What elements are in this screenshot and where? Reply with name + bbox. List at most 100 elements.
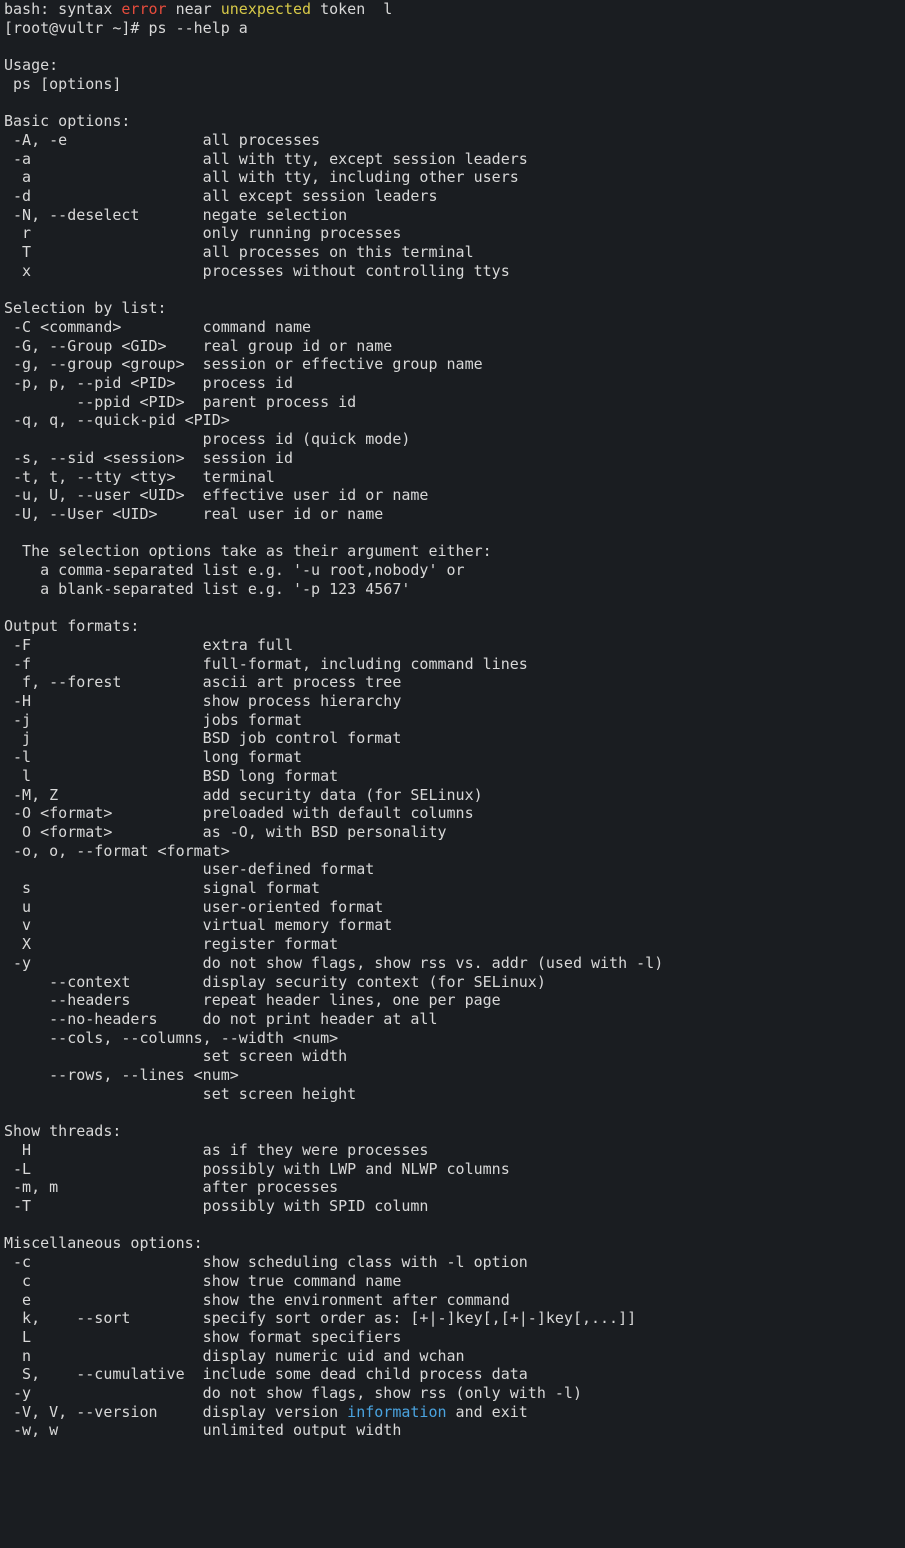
- terminal-segment: X register format: [4, 935, 338, 953]
- terminal-line: -u, U, --user <UID> effective user id or…: [4, 486, 901, 505]
- terminal-segment: O <format> as -O, with BSD personality: [4, 823, 447, 841]
- terminal-segment: Show threads:: [4, 1122, 121, 1140]
- terminal-line: n display numeric uid and wchan: [4, 1347, 901, 1366]
- terminal-segment: T all processes on this terminal: [4, 243, 474, 261]
- terminal-segment: a comma-separated list e.g. '-u root,nob…: [4, 561, 465, 579]
- terminal-segment: S, --cumulative include some dead child …: [4, 1365, 528, 1383]
- terminal-line: -C <command> command name: [4, 318, 901, 337]
- terminal-segment: -g, --group <group> session or effective…: [4, 355, 483, 373]
- terminal-line: --cols, --columns, --width <num>: [4, 1029, 901, 1048]
- terminal-line: --headers repeat header lines, one per p…: [4, 991, 901, 1010]
- terminal-segment: k, --sort specify sort order as: [+|-]ke…: [4, 1309, 636, 1327]
- terminal-segment: a all with tty, including other users: [4, 168, 519, 186]
- terminal-segment: --context display security context (for …: [4, 973, 546, 991]
- terminal-line: [4, 94, 901, 113]
- terminal-segment: -s, --sid <session> session id: [4, 449, 293, 467]
- terminal-line: Output formats:: [4, 617, 901, 636]
- terminal-line: -H show process hierarchy: [4, 692, 901, 711]
- terminal-output[interactable]: bash: syntax error near unexpected token…: [0, 0, 905, 1446]
- terminal-line: Selection by list:: [4, 299, 901, 318]
- terminal-segment: process id (quick mode): [4, 430, 410, 448]
- terminal-segment: e show the environment after command: [4, 1291, 510, 1309]
- terminal-line: -l long format: [4, 748, 901, 767]
- terminal-segment: -d all except session leaders: [4, 187, 437, 205]
- terminal-line: -L possibly with LWP and NLWP columns: [4, 1160, 901, 1179]
- terminal-segment: H as if they were processes: [4, 1141, 428, 1159]
- terminal-line: a blank-separated list e.g. '-p 123 4567…: [4, 580, 901, 599]
- terminal-line: -F extra full: [4, 636, 901, 655]
- terminal-segment: u user-oriented format: [4, 898, 383, 916]
- terminal-line: [4, 281, 901, 300]
- terminal-segment: -a all with tty, except session leaders: [4, 150, 528, 168]
- terminal-line: f, --forest ascii art process tree: [4, 673, 901, 692]
- terminal-segment: -H show process hierarchy: [4, 692, 401, 710]
- terminal-line: -y do not show flags, show rss (only wit…: [4, 1384, 901, 1403]
- terminal-segment: -u, U, --user <UID> effective user id or…: [4, 486, 428, 504]
- terminal-segment: -A, -e all processes: [4, 131, 320, 149]
- terminal-segment: --cols, --columns, --width <num>: [4, 1029, 338, 1047]
- terminal-line: -o, o, --format <format>: [4, 842, 901, 861]
- terminal-segment: n display numeric uid and wchan: [4, 1347, 465, 1365]
- terminal-segment: L show format specifiers: [4, 1328, 401, 1346]
- terminal-segment: x processes without controlling ttys: [4, 262, 510, 280]
- terminal-line: -j jobs format: [4, 711, 901, 730]
- terminal-segment: -F extra full: [4, 636, 293, 654]
- terminal-line: r only running processes: [4, 224, 901, 243]
- terminal-line: a comma-separated list e.g. '-u root,nob…: [4, 561, 901, 580]
- terminal-segment: -y do not show flags, show rss (only wit…: [4, 1384, 582, 1402]
- terminal-line: Basic options:: [4, 112, 901, 131]
- terminal-segment: j BSD job control format: [4, 729, 401, 747]
- terminal-line: c show true command name: [4, 1272, 901, 1291]
- terminal-segment: [root@vultr ~]# ps --help a: [4, 19, 248, 37]
- terminal-segment: user-defined format: [4, 860, 374, 878]
- terminal-line: --rows, --lines <num>: [4, 1066, 901, 1085]
- terminal-line: -T possibly with SPID column: [4, 1197, 901, 1216]
- terminal-line: -g, --group <group> session or effective…: [4, 355, 901, 374]
- terminal-segment: -M, Z add security data (for SELinux): [4, 786, 483, 804]
- terminal-line: --no-headers do not print header at all: [4, 1010, 901, 1029]
- terminal-line: -d all except session leaders: [4, 187, 901, 206]
- terminal-segment: s signal format: [4, 879, 320, 897]
- terminal-segment: set screen height: [4, 1085, 356, 1103]
- terminal-segment: near: [167, 0, 221, 18]
- terminal-segment: --rows, --lines <num>: [4, 1066, 239, 1084]
- terminal-line: [4, 37, 901, 56]
- terminal-segment: v virtual memory format: [4, 916, 392, 934]
- terminal-segment: and exit: [447, 1403, 528, 1421]
- terminal-line: -V, V, --version display version informa…: [4, 1403, 901, 1422]
- terminal-line: T all processes on this terminal: [4, 243, 901, 262]
- terminal-line: e show the environment after command: [4, 1291, 901, 1310]
- terminal-line: -N, --deselect negate selection: [4, 206, 901, 225]
- terminal-line: [root@vultr ~]# ps --help a: [4, 19, 901, 38]
- terminal-line: H as if they were processes: [4, 1141, 901, 1160]
- terminal-line: -O <format> preloaded with default colum…: [4, 804, 901, 823]
- terminal-line: k, --sort specify sort order as: [+|-]ke…: [4, 1309, 901, 1328]
- terminal-segment: -f full-format, including command lines: [4, 655, 528, 673]
- terminal-segment: -c show scheduling class with -l option: [4, 1253, 528, 1271]
- terminal-segment: -o, o, --format <format>: [4, 842, 230, 860]
- terminal-line: O <format> as -O, with BSD personality: [4, 823, 901, 842]
- terminal-segment: --no-headers do not print header at all: [4, 1010, 437, 1028]
- terminal-line: Show threads:: [4, 1122, 901, 1141]
- terminal-segment: -p, p, --pid <PID> process id: [4, 374, 293, 392]
- terminal-segment: -w, w unlimited output width: [4, 1421, 401, 1439]
- terminal-line: j BSD job control format: [4, 729, 901, 748]
- terminal-line: -a all with tty, except session leaders: [4, 150, 901, 169]
- terminal-line: [4, 524, 901, 543]
- terminal-segment: error: [121, 0, 166, 18]
- terminal-segment: -G, --Group <GID> real group id or name: [4, 337, 392, 355]
- terminal-line: Usage:: [4, 56, 901, 75]
- terminal-segment: Miscellaneous options:: [4, 1234, 203, 1252]
- terminal-segment: --ppid <PID> parent process id: [4, 393, 356, 411]
- terminal-line: -U, --User <UID> real user id or name: [4, 505, 901, 524]
- terminal-line: [4, 599, 901, 618]
- terminal-segment: -q, q, --quick-pid <PID>: [4, 411, 230, 429]
- terminal-segment: -N, --deselect negate selection: [4, 206, 347, 224]
- terminal-line: --ppid <PID> parent process id: [4, 393, 901, 412]
- terminal-segment: -V, V, --version display version: [4, 1403, 347, 1421]
- terminal-segment: r only running processes: [4, 224, 401, 242]
- terminal-segment: ps [options]: [4, 75, 121, 93]
- terminal-line: -p, p, --pid <PID> process id: [4, 374, 901, 393]
- terminal-line: set screen width: [4, 1047, 901, 1066]
- terminal-line: ps [options]: [4, 75, 901, 94]
